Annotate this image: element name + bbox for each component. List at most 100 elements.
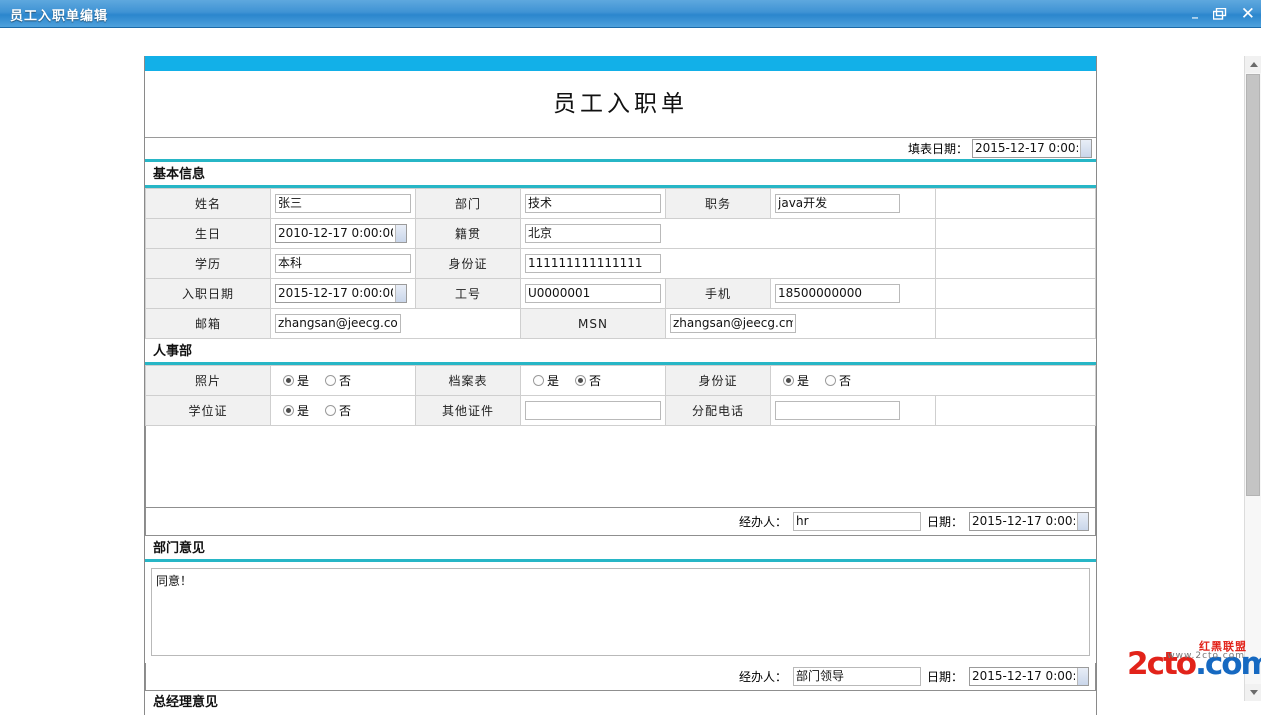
radio-degree-yes[interactable]: 是	[283, 402, 309, 419]
cell-degree-radios: 是 否	[270, 395, 416, 426]
radio-archive-no[interactable]: 否	[575, 372, 601, 389]
radio-on-icon	[283, 375, 294, 386]
employee-no-input[interactable]	[525, 284, 661, 303]
label-birthday: 生日	[145, 218, 271, 249]
section-hr-title: 人事部	[145, 339, 1096, 365]
window-title: 员工入职单编辑	[10, 9, 109, 24]
cell-email-value	[270, 308, 521, 339]
label-employee-no: 工号	[415, 278, 521, 309]
calendar-button[interactable]	[1080, 140, 1091, 157]
cell-photo-radios: 是 否	[270, 365, 416, 396]
calendar-button[interactable]	[395, 225, 406, 242]
cell-position-value	[770, 188, 936, 219]
label-id-number: 身份证	[415, 248, 521, 279]
name-input[interactable]	[275, 194, 411, 213]
hr-table: 照片 是 否 档案表 是 否 身份证 是 否 学位证 是 否 其他证件 分配电话	[145, 365, 1096, 426]
table-row: 入职日期 工号 手机	[145, 278, 1096, 309]
dept-opinion-textarea[interactable]	[151, 568, 1090, 656]
radio-photo-yes[interactable]: 是	[283, 372, 309, 389]
id-number-input[interactable]	[525, 254, 661, 273]
label-name: 姓名	[145, 188, 271, 219]
label-archive: 档案表	[415, 365, 521, 396]
radio-label: 是	[547, 374, 560, 388]
msn-input[interactable]	[670, 314, 796, 333]
radio-photo-no[interactable]: 否	[325, 372, 351, 389]
dept-date-label: 日期：	[926, 670, 963, 684]
window-titlebar: 员工入职单编辑 – ✕	[0, 0, 1261, 28]
section-dept-opinion-title: 部门意见	[145, 536, 1096, 562]
fill-date-row: 填表日期：	[145, 138, 1096, 162]
fill-date-label: 填表日期：	[907, 142, 968, 156]
birthday-input[interactable]	[275, 224, 407, 243]
vertical-scrollbar[interactable]	[1244, 56, 1261, 701]
table-row: 学位证 是 否 其他证件 分配电话	[145, 395, 1096, 426]
radio-archive-yes[interactable]: 是	[533, 372, 559, 389]
table-row: 照片 是 否 档案表 是 否 身份证 是 否	[145, 365, 1096, 396]
cell-id-number-value	[520, 248, 936, 279]
radio-on-icon	[283, 405, 294, 416]
table-row: 学历 身份证	[145, 248, 1096, 279]
radio-label: 是	[297, 404, 310, 418]
position-input[interactable]	[775, 194, 900, 213]
form-title: 员工入职单	[145, 71, 1096, 138]
radio-label: 否	[589, 374, 602, 388]
radio-off-icon	[533, 375, 544, 386]
minimize-icon[interactable]: –	[1191, 10, 1199, 25]
department-input[interactable]	[525, 194, 661, 213]
cell-name-value	[270, 188, 416, 219]
label-hometown: 籍贯	[415, 218, 521, 249]
table-row: 生日 籍贯	[145, 218, 1096, 249]
section-basic-info-title: 基本信息	[145, 162, 1096, 188]
email-input[interactable]	[275, 314, 401, 333]
scroll-up-button[interactable]	[1245, 56, 1261, 73]
hr-handler-input[interactable]	[792, 512, 921, 531]
cell-archive-radios: 是 否	[520, 365, 666, 396]
dept-handler-input[interactable]	[792, 667, 921, 686]
calendar-button[interactable]	[1077, 668, 1088, 685]
table-row: 姓名 部门 职务	[145, 188, 1096, 219]
radio-label: 是	[797, 374, 810, 388]
label-idcard: 身份证	[665, 365, 771, 396]
close-icon[interactable]: ✕	[1241, 6, 1255, 23]
radio-on-icon	[575, 375, 587, 386]
calendar-button[interactable]	[395, 285, 406, 302]
hometown-input[interactable]	[525, 224, 661, 243]
radio-label: 否	[339, 404, 352, 418]
dept-handler-label: 经办人：	[738, 670, 787, 684]
assigned-phone-input[interactable]	[775, 401, 900, 420]
scrollbar-thumb[interactable]	[1246, 74, 1260, 496]
dept-date-input[interactable]	[969, 667, 1089, 686]
label-hire-date: 入职日期	[145, 278, 271, 309]
fill-date-field-wrap	[972, 139, 1092, 158]
radio-idcard-no[interactable]: 否	[825, 372, 851, 389]
hire-date-input[interactable]	[275, 284, 407, 303]
cell-other-cert-value	[520, 395, 666, 426]
other-cert-input[interactable]	[525, 401, 661, 420]
cell-empty	[935, 308, 1096, 339]
cell-empty	[935, 248, 1096, 279]
cell-msn-value	[665, 308, 936, 339]
form-accent-bar	[145, 56, 1096, 71]
radio-off-icon	[825, 375, 837, 386]
hr-date-input[interactable]	[969, 512, 1089, 531]
fill-date-input[interactable]	[972, 139, 1092, 158]
dept-signature-row: 经办人： 日期：	[145, 663, 1096, 691]
label-email: 邮箱	[145, 308, 271, 339]
scroll-down-button[interactable]	[1245, 684, 1261, 701]
mobile-input[interactable]	[775, 284, 900, 303]
education-input[interactable]	[275, 254, 411, 273]
restore-icon[interactable]	[1212, 8, 1227, 20]
label-assigned-phone: 分配电话	[665, 395, 771, 426]
cell-mobile-value	[770, 278, 936, 309]
label-position: 职务	[665, 188, 771, 219]
chevron-up-icon	[1249, 62, 1258, 67]
cell-assigned-phone-value	[770, 395, 936, 426]
label-msn: MSN	[520, 308, 666, 339]
label-other-cert: 其他证件	[415, 395, 521, 426]
cell-empty	[935, 395, 1096, 426]
cell-empty	[935, 188, 1096, 219]
calendar-button[interactable]	[1077, 513, 1088, 530]
section-gm-opinion-title: 总经理意见	[145, 691, 1096, 715]
radio-degree-no[interactable]: 否	[325, 402, 351, 419]
radio-idcard-yes[interactable]: 是	[783, 372, 809, 389]
